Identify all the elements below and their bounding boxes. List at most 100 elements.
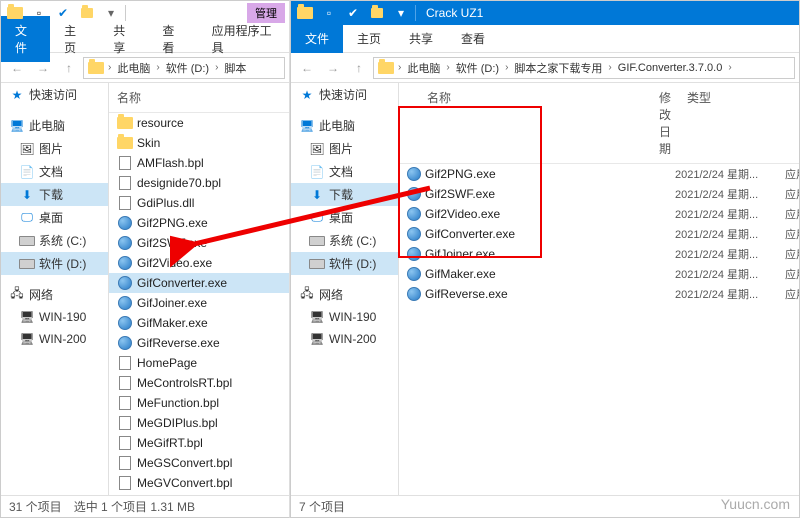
- chevron-right-icon[interactable]: ›: [215, 62, 218, 73]
- addr-dl[interactable]: 脚本之家下载专用: [510, 59, 606, 77]
- file-row[interactable]: GdiPlus.dll: [109, 193, 289, 213]
- qat-save-icon[interactable]: ▫: [319, 4, 339, 22]
- file-row[interactable]: MeGSConvert.bpl: [109, 453, 289, 473]
- nav-pictures[interactable]: 🖼图片: [1, 137, 108, 160]
- chevron-right-icon[interactable]: ›: [156, 62, 159, 73]
- chevron-right-icon[interactable]: ›: [108, 62, 111, 73]
- nav-fwd-icon[interactable]: →: [31, 56, 55, 80]
- address-bar[interactable]: › 此电脑 › 软件 (D:) › 脚本之家下载专用 › GIF.Convert…: [373, 57, 795, 79]
- addr-thispc[interactable]: 此电脑: [113, 59, 154, 77]
- file-row[interactable]: GifMaker.exe2021/2/24 星期...应用程序: [399, 264, 799, 284]
- file-row[interactable]: MeFunction.bpl: [109, 393, 289, 413]
- file-list-left[interactable]: resourceSkin AMFlash.bpl designide70.bplGd…: [109, 113, 289, 495]
- star-icon: ★: [9, 87, 25, 103]
- nav-quick[interactable]: ★快速访问: [1, 83, 108, 106]
- file-name: AMFlash.bpl: [137, 156, 277, 170]
- body-left: ★快速访问 🖥此电脑 🖼图片 📄文档 ⬇下载 🖵桌面 系统 (C:) 软件 (D…: [1, 83, 289, 495]
- address-bar[interactable]: › 此电脑 › 软件 (D:) › 脚本: [83, 57, 285, 79]
- col-type[interactable]: 类型: [679, 87, 799, 159]
- file-row[interactable]: GifMaker.exe: [109, 313, 289, 333]
- file-row[interactable]: Gif2Video.exe: [109, 253, 289, 273]
- chevron-right-icon[interactable]: ›: [446, 62, 449, 73]
- file-row[interactable]: Gif2SWF.exe2021/2/24 星期...应用程序: [399, 184, 799, 204]
- nav-w200[interactable]: 🖥WIN-200: [291, 328, 398, 350]
- file-row[interactable]: MeGVConvert.bpl: [109, 473, 289, 493]
- nav-documents[interactable]: 📄文档: [291, 160, 398, 183]
- nav-drive-c[interactable]: 系统 (C:): [291, 229, 398, 252]
- addr-drive[interactable]: 软件 (D:): [162, 59, 213, 77]
- addr-app[interactable]: GIF.Converter.3.7.0.0: [614, 61, 727, 75]
- nav-fwd-icon[interactable]: →: [321, 56, 345, 80]
- file-icon: [117, 355, 133, 371]
- tab-file[interactable]: 文件: [291, 24, 343, 53]
- file-row[interactable]: GifConverter.exe: [109, 273, 289, 293]
- nav-w190[interactable]: 🖥WIN-190: [1, 306, 108, 328]
- downloads-icon: ⬇: [19, 187, 35, 203]
- qat-copy-icon[interactable]: [367, 4, 387, 22]
- file-row[interactable]: AMFlash.bpl: [109, 153, 289, 173]
- exe-icon: [407, 166, 421, 182]
- file-row[interactable]: HomePage: [109, 353, 289, 373]
- addr-thispc[interactable]: 此电脑: [403, 59, 444, 77]
- nav-downloads[interactable]: ⬇下载: [1, 183, 108, 206]
- nav-thispc[interactable]: 🖥此电脑: [1, 114, 108, 137]
- qat-check-icon[interactable]: ✔: [343, 4, 363, 22]
- file-row[interactable]: MeGDIPlus.bpl: [109, 413, 289, 433]
- documents-icon: 📄: [309, 164, 325, 180]
- nav-downloads[interactable]: ⬇下载: [291, 183, 398, 206]
- addr-drive[interactable]: 软件 (D:): [452, 59, 503, 77]
- file-name: GifConverter.exe: [425, 227, 565, 241]
- file-row[interactable]: GifReverse.exe: [109, 333, 289, 353]
- file-row[interactable]: GifReverse.exe2021/2/24 星期...应用程序: [399, 284, 799, 304]
- tab-view[interactable]: 查看: [447, 24, 499, 53]
- nav-drive-c[interactable]: 系统 (C:): [1, 229, 108, 252]
- col-date[interactable]: 修改日期: [559, 87, 679, 159]
- nav-network[interactable]: 🖧网络: [291, 283, 398, 306]
- nav-desktop[interactable]: 🖵桌面: [291, 206, 398, 229]
- exe-icon: [407, 186, 421, 202]
- file-row[interactable]: Gif2SWF.exe: [109, 233, 289, 253]
- qat-more-icon[interactable]: ▾: [391, 4, 411, 22]
- file-row[interactable]: Gif2Video.exe2021/2/24 星期...应用程序: [399, 204, 799, 224]
- chevron-right-icon[interactable]: ›: [505, 62, 508, 73]
- nav-back-icon[interactable]: ←: [295, 56, 319, 80]
- file-row[interactable]: designide70.bpl: [109, 173, 289, 193]
- nav-up-icon[interactable]: ↑: [347, 56, 371, 80]
- columns-right: 名称 修改日期 类型: [399, 83, 799, 164]
- nav-pictures[interactable]: 🖼图片: [291, 137, 398, 160]
- file-row[interactable]: Skin: [109, 133, 289, 153]
- nav-thispc[interactable]: 🖥此电脑: [291, 114, 398, 137]
- file-row[interactable]: Gif2PNG.exe2021/2/24 星期...应用程序: [399, 164, 799, 184]
- nav-drive-d[interactable]: 软件 (D:): [1, 252, 108, 275]
- nav-quick[interactable]: ★快速访问: [291, 83, 398, 106]
- nav-up-icon[interactable]: ↑: [57, 56, 81, 80]
- file-row[interactable]: MeControlsRT.bpl: [109, 373, 289, 393]
- nav-tree-left[interactable]: ★快速访问 🖥此电脑 🖼图片 📄文档 ⬇下载 🖵桌面 系统 (C:) 软件 (D…: [1, 83, 109, 495]
- nav-back-icon[interactable]: ←: [5, 56, 29, 80]
- nav-tree-right[interactable]: ★快速访问 🖥此电脑 🖼图片 📄文档 ⬇下载 🖵桌面 系统 (C:) 软件 (D…: [291, 83, 399, 495]
- chevron-right-icon[interactable]: ›: [398, 62, 401, 73]
- nav-label: WIN-200: [39, 332, 86, 346]
- file-list-right[interactable]: Gif2PNG.exe2021/2/24 星期...应用程序Gif2SWF.ex…: [399, 164, 799, 495]
- col-name[interactable]: 名称: [399, 87, 559, 159]
- nav-w190[interactable]: 🖥WIN-190: [291, 306, 398, 328]
- nav-documents[interactable]: 📄文档: [1, 160, 108, 183]
- file-row[interactable]: MeGifRT.bpl: [109, 433, 289, 453]
- file-row[interactable]: GifConverter.exe2021/2/24 星期...应用程序: [399, 224, 799, 244]
- nav-drive-d[interactable]: 软件 (D:): [291, 252, 398, 275]
- nav-w200[interactable]: 🖥WIN-200: [1, 328, 108, 350]
- col-name[interactable]: 名称: [109, 87, 289, 108]
- addr-folder[interactable]: 脚本: [220, 59, 250, 77]
- chevron-right-icon[interactable]: ›: [608, 62, 611, 73]
- file-row[interactable]: GifJoiner.exe2021/2/24 星期...应用程序: [399, 244, 799, 264]
- nav-network[interactable]: 🖧网络: [1, 283, 108, 306]
- chevron-right-icon[interactable]: ›: [728, 62, 731, 73]
- file-row[interactable]: resource: [109, 113, 289, 133]
- nav-desktop[interactable]: 🖵桌面: [1, 206, 108, 229]
- file-row[interactable]: GifJoiner.exe: [109, 293, 289, 313]
- nav-label: 桌面: [39, 209, 63, 226]
- file-row[interactable]: Gif2PNG.exe: [109, 213, 289, 233]
- tab-share[interactable]: 共享: [395, 24, 447, 53]
- tab-home[interactable]: 主页: [343, 24, 395, 53]
- file-icon: [117, 375, 133, 391]
